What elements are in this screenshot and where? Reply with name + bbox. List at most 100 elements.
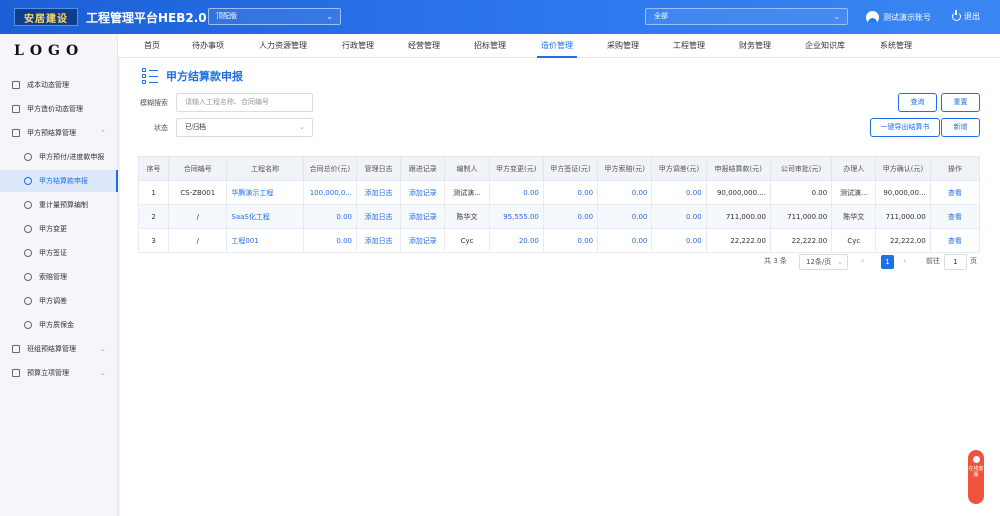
prev-page-icon[interactable]: ‹ (861, 256, 864, 265)
page-suffix: 页 (970, 257, 977, 265)
column-header: 公司审批(元) (769, 156, 833, 181)
sidebar-item-settlement-declare[interactable]: 甲方结算款申报 (0, 170, 118, 192)
cell-contract-total[interactable]: 0.00 (302, 228, 358, 253)
cell-declared: 711,000.00 (705, 204, 771, 229)
cell-claim[interactable]: 0.00 (597, 204, 653, 229)
page-title: 甲方结算款申报 (166, 70, 243, 83)
chevron-down-icon: ⌄ (326, 12, 333, 21)
status-value: 已归档 (185, 123, 206, 131)
view-link[interactable]: 查看 (929, 204, 981, 229)
add-record-link[interactable]: 添加记录 (400, 180, 446, 205)
sidebar-item-label: 成本动态管理 (27, 81, 69, 89)
cell-adjust[interactable]: 0.00 (651, 204, 707, 229)
chat-icon (972, 456, 980, 463)
next-page-icon[interactable]: › (903, 256, 906, 265)
nav-purchase[interactable]: 采购管理 (607, 34, 639, 58)
column-header: 跟进记录 (400, 156, 446, 181)
user-menu[interactable]: 测试演示账号 (866, 8, 931, 26)
nav-bidding[interactable]: 招标管理 (474, 34, 506, 58)
table-row: 1 CS-ZB001 华腾演示工程 100,000,0... 添加日志 添加记录… (137, 180, 981, 205)
cell-claim[interactable]: 0.00 (597, 228, 653, 253)
nav-business[interactable]: 经营管理 (408, 34, 440, 58)
cell-project-name-link[interactable]: SaaS化工程 (226, 204, 304, 229)
sidebar-item-adjustment[interactable]: 甲方调差 (0, 290, 118, 312)
cell-author: 测试演... (444, 180, 490, 205)
cell-handler: Cyc (831, 228, 877, 253)
goto-page-input[interactable]: 1 (944, 254, 967, 270)
username: 测试演示账号 (883, 12, 931, 22)
reset-button[interactable]: 重置 (941, 93, 980, 112)
nav-hr[interactable]: 人力资源管理 (259, 34, 307, 58)
column-header: 办理人 (831, 156, 877, 181)
sidebar-item-label: 甲方造价动态管理 (27, 105, 83, 113)
project-select[interactable]: 全部 ⌄ (645, 8, 848, 25)
nav-todo[interactable]: 待办事项 (192, 34, 224, 58)
sidebar-item-team-settlement[interactable]: 班组预结算管理 ⌄ (0, 338, 118, 360)
cell-project-name-link[interactable]: 工程001 (226, 228, 304, 253)
cell-author: 陈华文 (444, 204, 490, 229)
cell-adjust[interactable]: 0.00 (651, 228, 707, 253)
nav-knowledge[interactable]: 企业知识库 (805, 34, 845, 58)
sidebar-item-client-cost-dynamic[interactable]: 甲方造价动态管理 (0, 98, 118, 120)
cell-project-name-link[interactable]: 华腾演示工程 (226, 180, 304, 205)
column-header: 申报结算款(元) (705, 156, 771, 181)
nav-system[interactable]: 系统管理 (880, 34, 912, 58)
cell-visa[interactable]: 0.00 (542, 228, 599, 253)
add-log-link[interactable]: 添加日志 (356, 204, 402, 229)
view-link[interactable]: 查看 (929, 228, 981, 253)
add-button[interactable]: 新增 (941, 118, 980, 137)
nav-engineering[interactable]: 工程管理 (673, 34, 705, 58)
top-bar: 安居建设 工程管理平台HEB2.0 顶配版 ⌄ 全部 ⌄ 测试演示账号 退出 (0, 0, 1000, 34)
sidebar-item-label: 甲方调差 (39, 297, 67, 305)
query-button[interactable]: 查询 (898, 93, 937, 112)
add-log-link[interactable]: 添加日志 (356, 228, 402, 253)
sidebar-item-claims[interactable]: 索赔管理 (0, 266, 118, 288)
nav-home[interactable]: 首页 (144, 34, 160, 58)
logout-button[interactable]: 退出 (952, 10, 980, 22)
add-log-link[interactable]: 添加日志 (356, 180, 402, 205)
cell-index: 3 (137, 228, 170, 253)
cell-change[interactable]: 20.00 (488, 228, 544, 253)
sidebar-item-client-visa[interactable]: 甲方签证 (0, 242, 118, 264)
nav-finance[interactable]: 财务管理 (739, 34, 771, 58)
sidebar-item-label: 甲方质保金 (39, 321, 74, 329)
page-size-select[interactable]: 12条/页 ⌄ (799, 254, 848, 270)
page-header: 甲方结算款申报 (142, 68, 243, 84)
cell-claim[interactable]: 0.00 (597, 180, 653, 205)
cell-visa[interactable]: 0.00 (542, 180, 599, 205)
content-panel: 甲方结算款申报 模糊搜索 请输入工程名称、合同编号 状态 已归档 ⌄ 查询 重置… (120, 58, 1000, 516)
nav-cost[interactable]: 造价管理 (537, 34, 577, 58)
search-input[interactable]: 请输入工程名称、合同编号 (176, 93, 313, 112)
add-record-link[interactable]: 添加记录 (400, 228, 446, 253)
cell-index: 1 (137, 180, 170, 205)
cell-contract-total[interactable]: 100,000,0... (302, 180, 358, 205)
page-number-current[interactable]: 1 (881, 255, 894, 269)
online-service-label: 在线客服 (968, 466, 984, 478)
export-settlement-button[interactable]: 一键导出结算书 (870, 118, 940, 137)
sidebar-item-client-settlement[interactable]: 甲方预结算管理 ⌃ (0, 122, 118, 144)
sidebar-logo: LOGO (14, 43, 85, 59)
cell-change[interactable]: 0.00 (488, 180, 544, 205)
online-service-button[interactable]: 在线客服 (968, 450, 984, 504)
cell-contract-total[interactable]: 0.00 (302, 204, 358, 229)
sidebar-item-label: 甲方变更 (39, 225, 67, 233)
add-record-link[interactable]: 添加记录 (400, 204, 446, 229)
sidebar-item-warranty[interactable]: 甲方质保金 (0, 314, 118, 336)
sidebar-item-client-change[interactable]: 甲方变更 (0, 218, 118, 240)
cell-adjust[interactable]: 0.00 (651, 180, 707, 205)
sidebar-item-remeasure-budget[interactable]: 重计量预算编制 (0, 194, 118, 216)
nav-admin[interactable]: 行政管理 (342, 34, 374, 58)
status-select[interactable]: 已归档 ⌄ (176, 118, 313, 137)
view-link[interactable]: 查看 (929, 180, 981, 205)
sidebar-item-budget-project[interactable]: 预算立项管理 ⌄ (0, 362, 118, 384)
chevron-down-icon: ⌄ (833, 12, 840, 21)
sidebar-item-cost-dynamic[interactable]: 成本动态管理 (0, 74, 118, 96)
cell-change[interactable]: 95,555.00 (488, 204, 544, 229)
cell-visa[interactable]: 0.00 (542, 204, 599, 229)
version-select[interactable]: 顶配版 ⌄ (208, 8, 341, 25)
chevron-down-icon: ⌄ (100, 369, 106, 377)
sidebar-item-label: 甲方结算款申报 (39, 177, 88, 185)
sidebar-item-advance-payment[interactable]: 甲方预付/进度款申报 (0, 146, 118, 168)
column-header: 合同总价(元) (302, 156, 358, 181)
table-row: 3 / 工程001 0.00 添加日志 添加记录 Cyc 20.00 0.00 … (137, 228, 981, 253)
